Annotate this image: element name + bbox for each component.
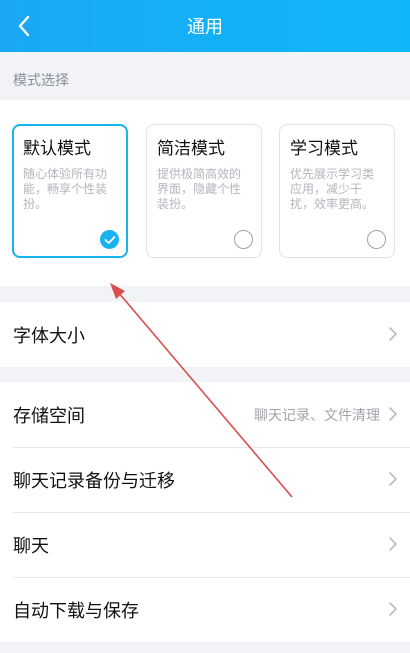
radio-circle-icon <box>234 230 253 249</box>
mode-card-simple[interactable]: 简洁模式 提供极简高效的界面，隐藏个性装扮。 <box>146 124 262 258</box>
row-label: 聊天 <box>13 535 49 557</box>
back-button[interactable] <box>8 6 40 46</box>
mode-description: 随心体验所有功能，畅享个性装扮。 <box>23 167 108 211</box>
mode-description: 优先展示学习类应用，减少干扰，效率更高。 <box>290 167 375 211</box>
mode-description: 提供极简高效的界面，隐藏个性装扮。 <box>157 167 242 211</box>
font-size-row[interactable]: 字体大小 <box>0 302 410 367</box>
page-title: 通用 <box>187 17 223 38</box>
row-label: 自动下载与保存 <box>13 600 139 622</box>
mode-card-default[interactable]: 默认模式 随心体验所有功能，畅享个性装扮。 <box>12 124 128 258</box>
storage-row-value: 聊天记录、文件清理 <box>254 407 380 424</box>
mode-section-label: 模式选择 <box>13 73 69 89</box>
mode-card-study[interactable]: 学习模式 优先展示学习类应用，减少干扰，效率更高。 <box>279 124 395 258</box>
chevron-right-icon <box>389 602 397 616</box>
mode-title: 学习模式 <box>290 139 358 159</box>
chevron-right-icon <box>389 537 397 551</box>
mode-title: 简洁模式 <box>157 139 225 159</box>
backup-row[interactable]: 聊天记录备份与迁移 <box>0 447 410 512</box>
row-label: 字体大小 <box>13 325 85 347</box>
row-label: 聊天记录备份与迁移 <box>13 470 175 492</box>
settings-group-display: 字体大小 <box>0 302 410 367</box>
mode-title: 默认模式 <box>23 139 91 159</box>
auto-download-row[interactable]: 自动下载与保存 <box>0 577 410 642</box>
chevron-left-icon <box>18 15 30 37</box>
chevron-right-icon <box>389 472 397 486</box>
radio-circle-icon <box>367 230 386 249</box>
storage-row[interactable]: 存储空间 聊天记录、文件清理 <box>0 382 410 447</box>
mode-selection-panel: 默认模式 随心体验所有功能，畅享个性装扮。 简洁模式 提供极简高效的界面，隐藏个… <box>0 100 410 286</box>
row-label: 存储空间 <box>13 405 85 427</box>
top-bar: 通用 <box>0 0 410 52</box>
chat-row[interactable]: 聊天 <box>0 512 410 577</box>
settings-group-main: 存储空间 聊天记录、文件清理 聊天记录备份与迁移 聊天 自动下载与保存 <box>0 382 410 642</box>
check-circle-icon <box>100 230 119 249</box>
chevron-right-icon <box>389 407 397 421</box>
chevron-right-icon <box>389 327 397 341</box>
